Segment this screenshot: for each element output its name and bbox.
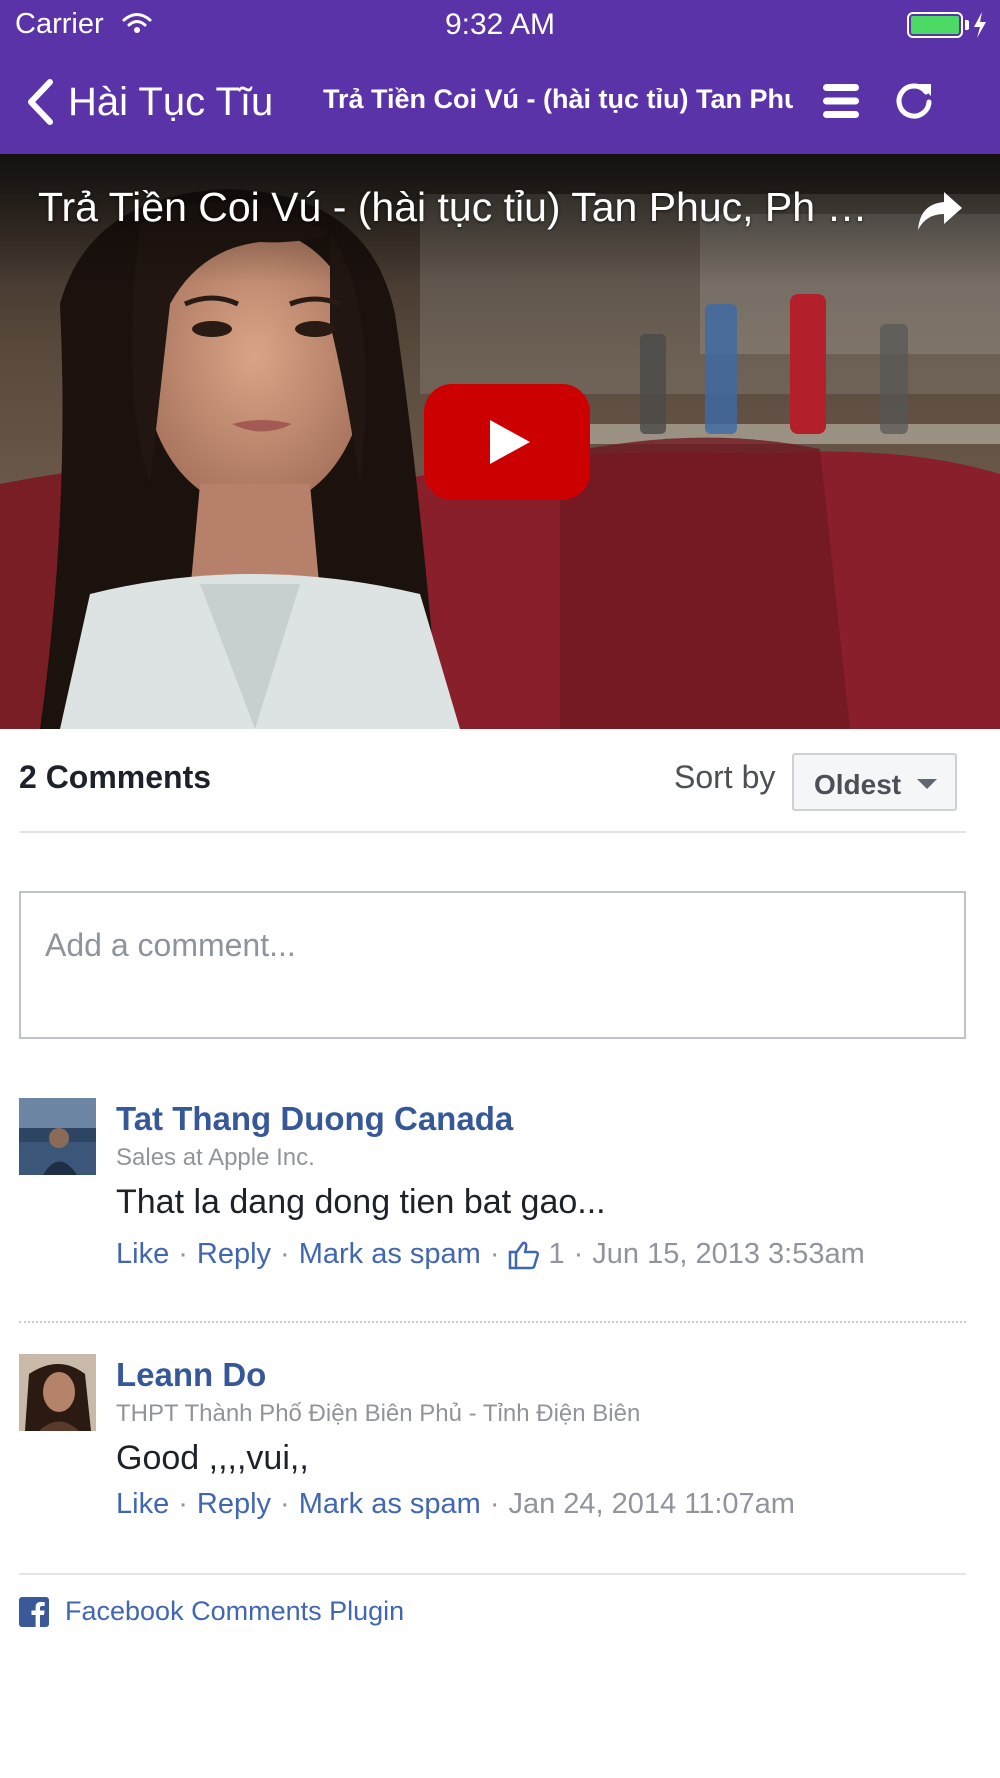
comment-item: Leann Do THPT Thành Phố Điện Biên Phủ - … [19, 1354, 966, 1534]
reply-link[interactable]: Reply [197, 1488, 271, 1521]
navigation-bar: Hài Tục Tĩu Trả Tiền Coi Vú - (hài tục t… [0, 50, 1000, 154]
separator-dot: · [489, 1488, 500, 1520]
facebook-icon [19, 1596, 49, 1627]
back-button[interactable]: Hài Tục Tĩu [26, 74, 273, 130]
refresh-icon[interactable] [893, 80, 935, 122]
comment-actions: Like · Reply · Mark as spam · 1 · Jun 15… [116, 1238, 865, 1271]
comment-author-subtitle: THPT Thành Phố Điện Biên Phủ - Tỉnh Điện… [116, 1400, 641, 1427]
separator-dot: · [573, 1238, 584, 1270]
separator-dot: · [178, 1238, 188, 1270]
share-icon[interactable] [916, 190, 964, 232]
comment-author[interactable]: Tat Thang Duong Canada [116, 1100, 513, 1138]
comment-timestamp[interactable]: Jun 15, 2013 3:53am [592, 1238, 864, 1271]
charging-bolt-icon [974, 12, 986, 38]
like-count: 1 [548, 1238, 565, 1270]
back-button-label: Hài Tục Tĩu [68, 79, 274, 124]
comment-timestamp[interactable]: Jan 24, 2014 11:07am [508, 1488, 794, 1521]
avatar[interactable] [19, 1354, 96, 1431]
comment-text: Good ,,,,vui,, [116, 1439, 309, 1477]
sort-label: Sort by [674, 759, 776, 795]
facebook-comments-plugin-link[interactable]: Facebook Comments Plugin [19, 1596, 404, 1627]
app-header: Carrier 9:32 AM Hài Tục Tĩu Trả Tiền Coi… [0, 0, 1000, 154]
chevron-down-icon [917, 779, 937, 789]
facebook-plugin-label: Facebook Comments Plugin [65, 1596, 405, 1626]
avatar-image [19, 1354, 96, 1431]
comment-input[interactable] [45, 923, 925, 967]
avatar-image [19, 1098, 96, 1175]
comment-divider [19, 1321, 966, 1323]
status-bar: Carrier 9:32 AM [0, 0, 1000, 50]
sort-value: Oldest [814, 769, 902, 800]
reply-link[interactable]: Reply [197, 1238, 271, 1271]
mark-as-spam-link[interactable]: Mark as spam [299, 1238, 481, 1271]
play-icon[interactable] [424, 384, 590, 500]
comments-header: 2 Comments Sort by Oldest [19, 729, 966, 833]
comment-count: 2 Comments [19, 759, 212, 795]
menu-icon[interactable] [822, 82, 860, 120]
battery-icon [907, 12, 963, 38]
comment-text: That la dang dong tien bat gao... [116, 1183, 606, 1221]
footer-divider [19, 1573, 966, 1575]
avatar[interactable] [19, 1098, 96, 1175]
comment-author[interactable]: Leann Do [116, 1356, 266, 1394]
mark-as-spam-link[interactable]: Mark as spam [299, 1488, 481, 1521]
back-chevron-icon [28, 79, 53, 125]
comment-item: Tat Thang Duong Canada Sales at Apple In… [19, 1098, 966, 1288]
separator-dot: · [178, 1488, 188, 1520]
separator-dot: · [280, 1238, 290, 1270]
comment-author-subtitle: Sales at Apple Inc. [116, 1144, 315, 1171]
battery-tip [965, 20, 969, 30]
like-link[interactable]: Like [116, 1238, 169, 1271]
video-player[interactable]: Trả Tiền Coi Vú - (hài tục tỉu) Tan Phuc… [0, 154, 1000, 729]
comment-box[interactable] [19, 891, 966, 1039]
page-title: Trả Tiền Coi Vú - (hài tục tỉu) Tan Phuc… [323, 84, 793, 114]
sort-dropdown[interactable]: Oldest [792, 753, 957, 811]
video-title: Trả Tiền Coi Vú - (hài tục tỉu) Tan Phuc… [38, 184, 868, 230]
separator-dot: · [489, 1238, 500, 1270]
comment-actions: Like · Reply · Mark as spam · Jan 24, 20… [116, 1488, 795, 1521]
status-time: 9:32 AM [444, 8, 556, 41]
like-link[interactable]: Like [116, 1488, 169, 1521]
thumbs-up-icon [509, 1241, 540, 1269]
separator-dot: · [280, 1488, 290, 1520]
